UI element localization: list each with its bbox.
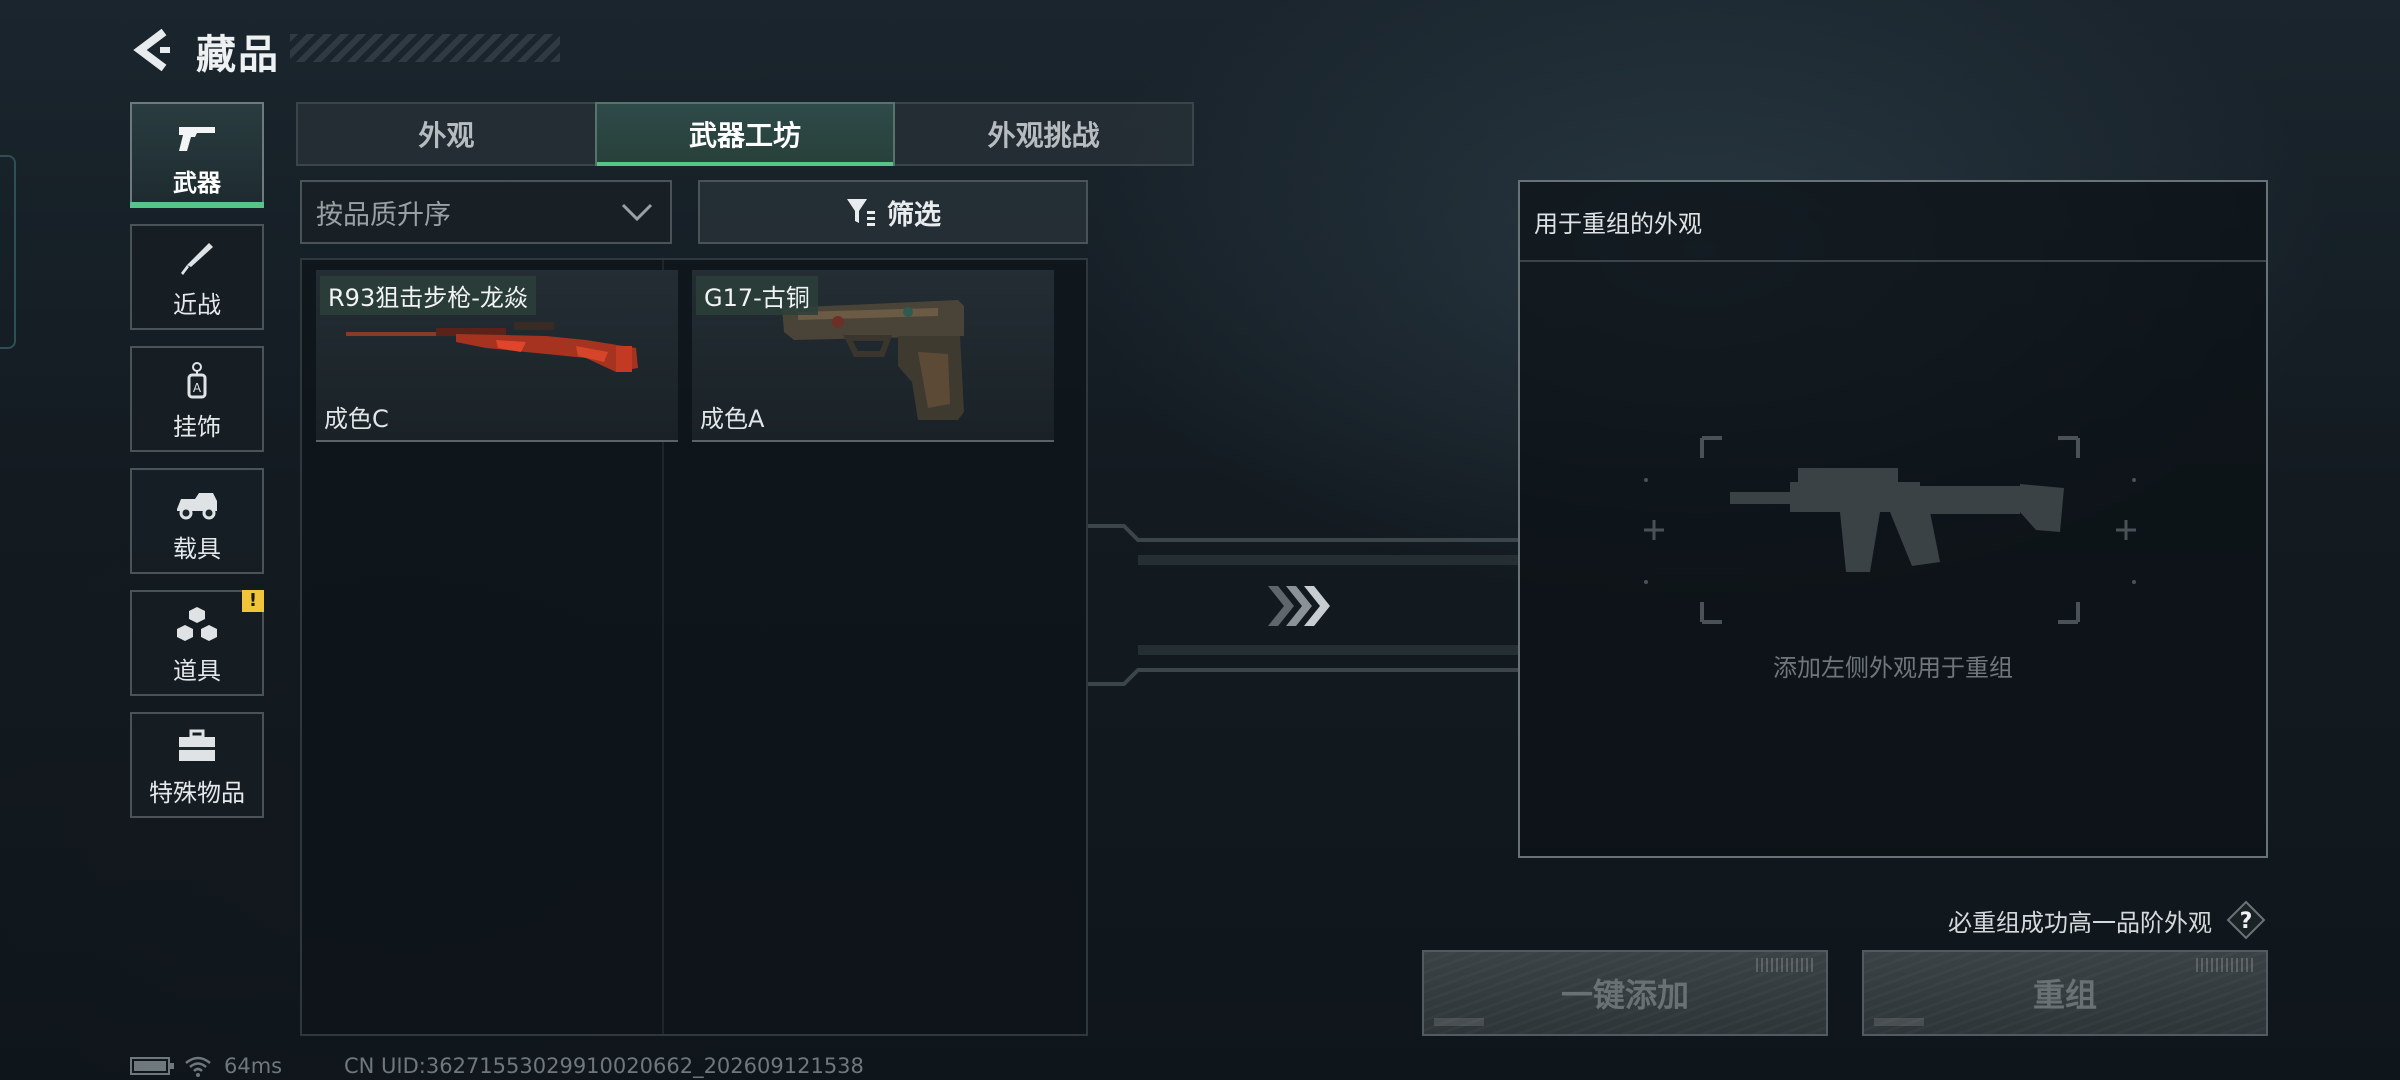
button-decoration — [2196, 958, 2256, 972]
tab-appearance[interactable]: 外观 — [296, 102, 597, 166]
recombine-title: 用于重组的外观 — [1534, 210, 1702, 238]
sidebar-item-vehicles[interactable]: 载具 — [130, 468, 264, 574]
status-bar: 64ms — [130, 1054, 282, 1078]
chevron-down-icon — [621, 203, 653, 222]
add-all-label: 一键添加 — [1560, 976, 1689, 1014]
item-grade: 成色A — [700, 405, 765, 433]
sidebar-item-charms[interactable]: A 挂饰 — [130, 346, 264, 452]
sidebar-item-special[interactable]: 特殊物品 — [130, 712, 264, 818]
add-all-button[interactable]: 一键添加 — [1422, 950, 1828, 1036]
filter-icon — [847, 199, 875, 226]
recombine-hint: 必重组成功高一品阶外观 — [1948, 909, 2212, 937]
recombine-header: 用于重组的外观 — [1520, 182, 2266, 262]
battery-icon — [130, 1057, 174, 1075]
recombine-label: 重组 — [2032, 976, 2097, 1014]
sidebar-item-label: 挂饰 — [173, 413, 221, 441]
sidebar-item-label: 特殊物品 — [149, 779, 245, 807]
button-decoration — [1434, 1018, 1484, 1026]
sidebar-item-melee[interactable]: 近战 — [130, 224, 264, 330]
vehicle-icon — [177, 493, 217, 520]
transfer-arrow-connector — [1088, 524, 1518, 686]
sidebar-item-label: 道具 — [173, 657, 221, 685]
tab-weapon-workshop[interactable]: 武器工坊 — [594, 102, 896, 166]
tab-appearance-challenge[interactable]: 外观挑战 — [893, 102, 1195, 166]
filter-label: 筛选 — [887, 199, 941, 231]
charm-icon: A — [187, 362, 207, 399]
sniper-rifle-icon — [346, 322, 638, 372]
page-title: 藏品 — [196, 32, 280, 78]
cubes-icon — [177, 607, 217, 641]
toolbox-icon — [179, 729, 215, 761]
filter-button[interactable]: 筛选 — [698, 180, 1088, 244]
sidebar-item-label: 近战 — [173, 291, 221, 319]
item-card[interactable]: G17-古铜 成色A — [692, 270, 1054, 442]
button-decoration — [1874, 1018, 1924, 1026]
chevron-right-icon — [1268, 586, 1330, 626]
uid-text: CN UID:36271553029910020662_202609121538 — [344, 1054, 864, 1078]
chevron-left-icon[interactable] — [130, 26, 174, 74]
sidebar-item-items[interactable]: 道具 ! — [130, 590, 264, 696]
title-decoration — [290, 34, 560, 62]
ping-value: 64ms — [224, 1054, 283, 1078]
sort-dropdown[interactable]: 按品质升序 — [300, 180, 672, 244]
item-name: G17-古铜 — [696, 276, 818, 315]
item-grade: 成色C — [324, 405, 389, 433]
tab-bar: 外观 武器工坊 外观挑战 — [296, 102, 1195, 166]
recombine-placeholder: 添加左侧外观用于重组 — [1773, 654, 2013, 682]
svg-text:?: ? — [2240, 909, 2253, 934]
sidebar-item-label: 武器 — [173, 169, 221, 197]
knife-icon — [181, 243, 213, 275]
item-name: R93狙击步枪-龙焱 — [320, 276, 536, 315]
alert-badge: ! — [242, 590, 264, 612]
sidebar-item-label: 载具 — [173, 535, 221, 563]
sidebar-item-weapons[interactable]: 武器 — [130, 102, 264, 208]
wifi-icon — [185, 1056, 211, 1077]
item-card[interactable]: R93狙击步枪-龙焱 成色C — [316, 270, 678, 442]
pistol-icon — [179, 127, 215, 151]
help-icon[interactable]: ? — [2226, 900, 2266, 940]
rifle-placeholder-icon — [1644, 436, 2136, 624]
side-edge-tab — [0, 155, 16, 349]
svg-text:A: A — [193, 381, 202, 395]
sort-label: 按品质升序 — [316, 199, 451, 231]
recombine-panel[interactable]: 用于重组的外观 添加左侧外观用于重组 — [1518, 180, 2268, 858]
recombine-button[interactable]: 重组 — [1862, 950, 2268, 1036]
button-decoration — [1756, 958, 1816, 972]
